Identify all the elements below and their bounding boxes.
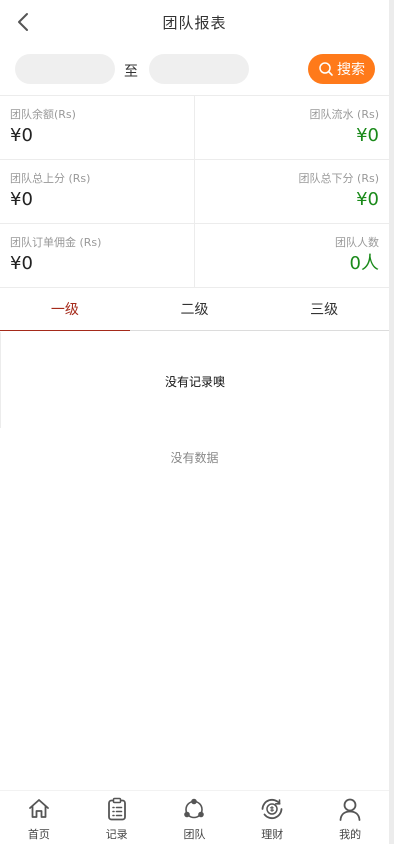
stat-label: 团队总上分 (Rs) xyxy=(10,172,91,185)
nav-label: 首页 xyxy=(27,828,50,841)
tab-level-3[interactable]: 三级 xyxy=(259,291,389,330)
stat-label: 团队人数 xyxy=(335,236,379,249)
stat-label: 团队余额(Rs) xyxy=(10,108,76,121)
home-icon xyxy=(28,799,49,818)
nav-item-finance[interactable]: 理财 xyxy=(233,791,311,844)
team-icon xyxy=(184,798,205,819)
stats-grid: 团队余额(Rs) ¥0 团队流水 (Rs) ¥0 团队总上分 (Rs) ¥0 团… xyxy=(0,95,389,288)
record-panel: 没有记录噢 xyxy=(0,332,389,428)
header: 团队报表 xyxy=(0,0,389,44)
tab-level-2[interactable]: 二级 xyxy=(130,291,260,330)
right-edge-divider xyxy=(389,0,394,844)
stat-value: ¥0 xyxy=(10,253,33,274)
end-date-input[interactable] xyxy=(149,54,249,84)
stat-value: ¥0 xyxy=(10,189,33,210)
team-report-page: 团队报表 至 搜索 团队余额(Rs) ¥0 团队流水 (Rs) ¥0 团队总上分… xyxy=(0,0,389,844)
nav-item-records[interactable]: 记录 xyxy=(78,791,156,844)
stat-label: 团队总下分 (Rs) xyxy=(298,172,379,185)
stat-team-total-withdraw: 团队总下分 (Rs) ¥0 xyxy=(195,160,390,223)
clipboard-icon xyxy=(107,797,126,821)
nav-item-home[interactable]: 首页 xyxy=(0,791,78,844)
search-button[interactable]: 搜索 xyxy=(308,54,375,84)
stat-row: 团队订单佣金 (Rs) ¥0 团队人数 0人 xyxy=(0,224,389,288)
nav-label: 记录 xyxy=(105,828,128,841)
user-icon xyxy=(339,798,361,821)
stat-row: 团队余额(Rs) ¥0 团队流水 (Rs) ¥0 xyxy=(0,96,389,160)
search-icon xyxy=(319,62,333,76)
stat-team-turnover: 团队流水 (Rs) ¥0 xyxy=(195,96,390,159)
start-date-input[interactable] xyxy=(15,54,115,84)
bottom-nav: 首页 记录 团队 理财 我的 xyxy=(0,790,389,844)
stat-value: ¥0 xyxy=(356,125,379,146)
search-label: 搜索 xyxy=(337,62,365,78)
level-tabs: 一级 二级 三级 xyxy=(0,291,389,331)
page-title: 团队报表 xyxy=(162,14,227,32)
to-label: 至 xyxy=(124,64,138,80)
nav-label: 理财 xyxy=(261,828,284,841)
tab-level-1[interactable]: 一级 xyxy=(0,291,130,331)
no-data-text: 没有数据 xyxy=(170,451,219,465)
nav-label: 团队 xyxy=(183,828,206,841)
stat-value: ¥0 xyxy=(356,189,379,210)
nav-item-team[interactable]: 团队 xyxy=(156,791,234,844)
stat-label: 团队流水 (Rs) xyxy=(309,108,379,121)
finance-icon xyxy=(261,798,283,820)
stat-team-commission: 团队订单佣金 (Rs) ¥0 xyxy=(0,224,195,287)
nav-item-profile[interactable]: 我的 xyxy=(311,791,389,844)
stat-team-balance: 团队余额(Rs) ¥0 xyxy=(0,96,195,159)
stat-row: 团队总上分 (Rs) ¥0 团队总下分 (Rs) ¥0 xyxy=(0,160,389,224)
date-filter: 至 搜索 xyxy=(0,50,389,90)
stat-team-members: 团队人数 0人 xyxy=(195,224,390,287)
stat-value: 0人 xyxy=(349,253,379,274)
empty-records-text: 没有记录噢 xyxy=(164,375,225,389)
stat-label: 团队订单佣金 (Rs) xyxy=(10,236,102,249)
nav-label: 我的 xyxy=(339,828,362,841)
stat-team-total-deposit: 团队总上分 (Rs) ¥0 xyxy=(0,160,195,223)
stat-value: ¥0 xyxy=(10,125,33,146)
